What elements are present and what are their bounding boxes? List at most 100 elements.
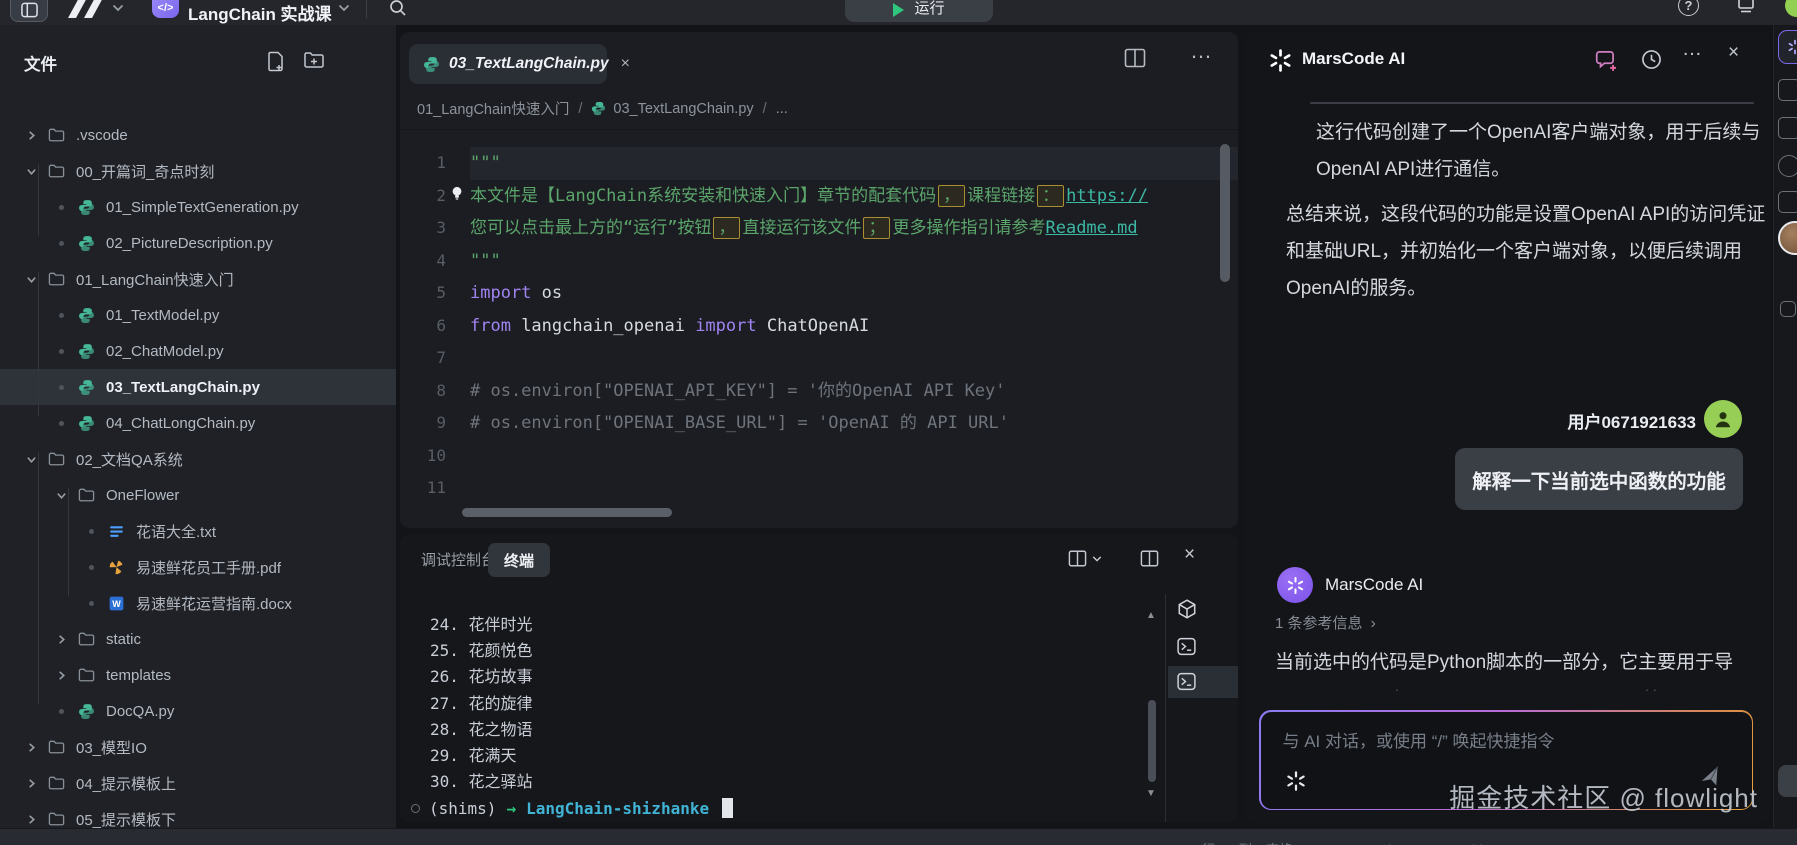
monitor-icon[interactable]: [1736, 0, 1756, 14]
close-panel-icon[interactable]: ×: [1184, 544, 1195, 566]
ai-message-paragraph: 总结来说，这段代码的功能是设置OpenAI API的访问凭证和基础URL，并初始…: [1286, 196, 1770, 307]
code-line-6[interactable]: 6from langchain_openai import ChatOpenAI: [400, 310, 1238, 343]
chevron-down-icon[interactable]: [24, 164, 38, 178]
tree-item-01_LangChain快速入门[interactable]: 01_LangChain快速入门: [0, 261, 396, 297]
tree-item-.vscode[interactable]: .vscode: [0, 117, 396, 153]
extension-icon[interactable]: [1778, 79, 1797, 101]
run-button[interactable]: 运行: [845, 0, 993, 22]
txt-icon: [108, 523, 125, 540]
search-icon[interactable]: [388, 0, 408, 18]
tree-item-OneFlower[interactable]: OneFlower: [0, 477, 396, 513]
code-line-5[interactable]: 5import os: [400, 277, 1238, 310]
split-terminal-icon[interactable]: [1068, 550, 1102, 567]
chevron-right-icon[interactable]: [54, 668, 68, 682]
new-folder-icon[interactable]: [303, 50, 325, 70]
chevron-right-icon[interactable]: [24, 812, 38, 826]
history-icon[interactable]: [1640, 48, 1663, 71]
tree-item-01_TextModel.py[interactable]: 01_TextModel.py: [0, 297, 396, 333]
code-line-1[interactable]: 1""": [400, 147, 1238, 180]
lightbulb-icon[interactable]: [449, 185, 465, 202]
reference-info-link[interactable]: 1 条参考信息›: [1275, 612, 1376, 633]
breadcrumb-file[interactable]: 03_TextLangChain.py: [613, 101, 753, 117]
scroll-up-icon[interactable]: ▲: [1146, 610, 1156, 621]
tab-debug-console[interactable]: 调试控制台: [421, 549, 496, 570]
tree-item-02_文档QA系统[interactable]: 02_文档QA系统: [0, 441, 396, 477]
close-tab-icon[interactable]: ×: [621, 55, 630, 73]
terminal-prompt[interactable]: (shims)→LangChain-shizhanke: [411, 795, 1130, 821]
sidebar-toggle-button[interactable]: [10, 0, 48, 22]
code-text: [470, 472, 1238, 505]
tree-item-02_ChatModel.py[interactable]: 02_ChatModel.py: [0, 333, 396, 369]
sparkle-icon[interactable]: [1285, 770, 1307, 792]
chevron-down-icon[interactable]: [54, 488, 68, 502]
terminal-line: 24. 花伴时光: [430, 612, 1130, 638]
scroll-down-icon[interactable]: ▼: [1146, 788, 1156, 799]
tree-item-03_模型IO[interactable]: 03_模型IO: [0, 729, 396, 765]
code-line-10[interactable]: 10: [400, 440, 1238, 473]
tree-item-03_TextLangChain.py[interactable]: 03_TextLangChain.py: [0, 369, 396, 405]
help-icon[interactable]: ?: [1678, 0, 1699, 16]
active-extension-icon[interactable]: [1778, 30, 1797, 64]
tree-item-02_PictureDescription.py[interactable]: 02_PictureDescription.py: [0, 225, 396, 261]
code-line-9[interactable]: 9# os.environ["OPENAI_BASE_URL"] = 'Open…: [400, 407, 1238, 440]
extension-icon[interactable]: [1778, 155, 1797, 177]
extension-icon[interactable]: [1780, 301, 1796, 317]
bottom-toolbar-button[interactable]: [1778, 765, 1797, 797]
vertical-scrollbar[interactable]: [1220, 144, 1230, 282]
tree-item-04_提示模板上[interactable]: 04_提示模板上: [0, 765, 396, 801]
package-icon[interactable]: [1176, 598, 1198, 620]
chevron-right-icon[interactable]: [24, 776, 38, 790]
prompt-arrow: →: [506, 799, 516, 818]
user-avatar[interactable]: [1785, 0, 1797, 17]
profile-photo-avatar[interactable]: [1778, 221, 1797, 255]
tab-terminal[interactable]: 终端: [488, 543, 550, 577]
maximize-panel-icon[interactable]: [1140, 550, 1159, 567]
terminal-instance-icon[interactable]: [1176, 671, 1197, 692]
chevron-right-icon[interactable]: [54, 632, 68, 646]
tree-item-易速鲜花运营指南.docx[interactable]: W易速鲜花运营指南.docx: [0, 585, 396, 621]
chevron-down-icon[interactable]: [24, 452, 38, 466]
chevron-down-icon[interactable]: [338, 4, 350, 12]
file-dot: [59, 385, 64, 390]
new-chat-icon[interactable]: [1594, 48, 1618, 72]
code-line-2[interactable]: 2本文件是【LangChain系统安装和快速入门】章节的配套代码，课程链接：ht…: [400, 180, 1238, 213]
tree-item-templates[interactable]: templates: [0, 657, 396, 693]
code-line-7[interactable]: 7: [400, 342, 1238, 375]
horizontal-scrollbar[interactable]: [462, 508, 672, 517]
code-line-4[interactable]: 4""": [400, 245, 1238, 278]
tree-item-DocQA.py[interactable]: DocQA.py: [0, 693, 396, 729]
status-bar-text[interactable]: 行 1，列 1 空格: 4 UTF-8 LF Python 3.10.9 64-…: [1202, 839, 1486, 845]
terminal-output[interactable]: 24. 花伴时光25. 花颜悦色26. 花坊故事27. 花的旋律28. 花之物语…: [430, 598, 1130, 822]
breadcrumb[interactable]: 01_LangChain快速入门 / 03_TextLangChain.py /…: [400, 88, 1238, 130]
extension-icon[interactable]: [1778, 117, 1797, 139]
new-file-icon[interactable]: [266, 50, 286, 72]
pdf-icon: [108, 559, 125, 576]
tree-item-易速鲜花员工手册.pdf[interactable]: 易速鲜花员工手册.pdf: [0, 549, 396, 585]
chevron-down-icon[interactable]: [112, 4, 124, 12]
tree-item-00_开篇词_奇点时刻[interactable]: 00_开篇词_奇点时刻: [0, 153, 396, 189]
assistant-message-header: MarsCode AI: [1277, 566, 1423, 604]
tree-item-04_ChatLongChain.py[interactable]: 04_ChatLongChain.py: [0, 405, 396, 441]
breadcrumb-more[interactable]: ...: [776, 101, 788, 117]
chevron-right-icon[interactable]: [24, 740, 38, 754]
chevron-down-icon[interactable]: [24, 272, 38, 286]
more-options-icon[interactable]: …: [1682, 38, 1704, 61]
split-editor-icon[interactable]: [1124, 48, 1146, 68]
close-ai-panel-icon[interactable]: ×: [1728, 42, 1739, 64]
tree-item-01_SimpleTextGeneration.py[interactable]: 01_SimpleTextGeneration.py: [0, 189, 396, 225]
marscode-stripes-logo[interactable]: [60, 0, 106, 20]
editor-more-icon[interactable]: …: [1190, 38, 1214, 64]
terminal-instance-icon[interactable]: [1176, 636, 1197, 657]
tree-item-花语大全.txt[interactable]: 花语大全.txt: [0, 513, 396, 549]
chevron-right-icon[interactable]: [24, 128, 38, 142]
code-editor[interactable]: 1"""2本文件是【LangChain系统安装和快速入门】章节的配套代码，课程链…: [400, 130, 1238, 504]
code-line-8[interactable]: 8# os.environ["OPENAI_API_KEY"] = '你的Ope…: [400, 375, 1238, 408]
tab-03-textlangchain[interactable]: 03_TextLangChain.py ×: [409, 44, 607, 84]
tree-item-static[interactable]: static: [0, 621, 396, 657]
code-line-11[interactable]: 11: [400, 472, 1238, 505]
code-line-3[interactable]: 3您可以点击最上方的“运行”按钮，直接运行该文件；更多操作指引请参考Readme…: [400, 212, 1238, 245]
breadcrumb-folder[interactable]: 01_LangChain快速入门: [417, 98, 569, 119]
extension-icon[interactable]: [1778, 191, 1797, 213]
workspace-title[interactable]: LangChain 实战课: [188, 0, 332, 25]
terminal-scrollbar[interactable]: [1148, 700, 1156, 782]
